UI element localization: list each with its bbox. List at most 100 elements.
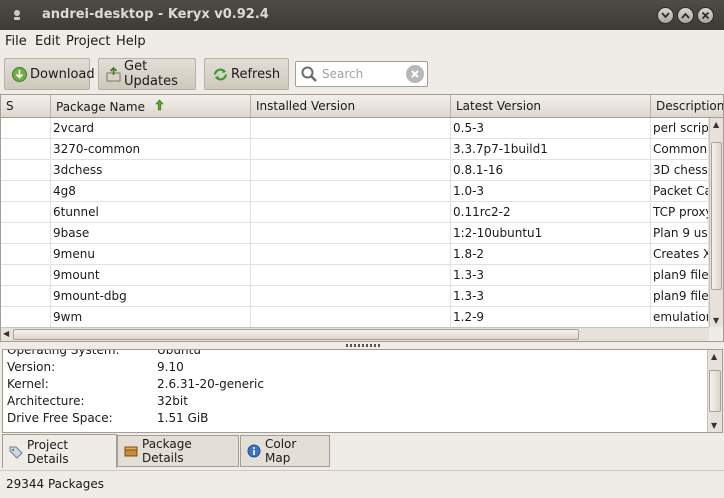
detail-label: Operating System:	[7, 349, 120, 357]
detail-value: 9.10	[157, 360, 184, 374]
refresh-icon	[211, 65, 229, 83]
search-box[interactable]	[295, 61, 428, 87]
splitter-grip-icon[interactable]	[346, 344, 380, 347]
cell-status	[1, 160, 51, 180]
updates-icon	[105, 65, 122, 83]
column-header-latest-version[interactable]: Latest Version	[451, 95, 651, 117]
cell-package-name: 2vcard	[51, 118, 251, 138]
minimize-icon	[661, 12, 670, 19]
download-button[interactable]: Download	[4, 58, 95, 90]
vertical-scroll-thumb[interactable]	[711, 142, 722, 290]
column-header-package-name[interactable]: Package Name	[51, 95, 251, 117]
scroll-left-icon[interactable]: ◀	[3, 329, 9, 338]
get-updates-label: Get Updates	[124, 59, 178, 89]
refresh-label: Refresh	[231, 66, 281, 82]
table-row[interactable]: 9wm 1.2-9 emulation	[1, 307, 709, 327]
scroll-up-icon[interactable]: ▲	[711, 352, 717, 361]
cell-status	[1, 139, 51, 159]
cell-installed-version	[251, 139, 451, 159]
cell-installed-version	[251, 244, 451, 264]
menu-edit[interactable]: Edit	[35, 34, 60, 49]
column-header-description[interactable]: Description	[651, 95, 723, 117]
cell-status	[1, 181, 51, 201]
project-details-panel: Operating System: Ubuntu Version: 9.10 K…	[2, 349, 723, 433]
cell-installed-version	[251, 202, 451, 222]
cell-installed-version	[251, 160, 451, 180]
table-row[interactable]: 6tunnel 0.11rc2-2 TCP proxy	[1, 202, 709, 223]
column-header-installed-version[interactable]: Installed Version	[251, 95, 451, 117]
cell-description: emulation	[651, 307, 709, 327]
cell-status	[1, 223, 51, 243]
cell-package-name: 3270-common	[51, 139, 251, 159]
horizontal-scrollbar[interactable]: ◀	[1, 327, 709, 341]
pane-splitter[interactable]	[0, 342, 724, 349]
cell-description: TCP proxy	[651, 202, 709, 222]
search-input[interactable]	[322, 65, 402, 83]
cell-latest-version: 1.3-3	[451, 265, 651, 285]
table-row[interactable]: 2vcard 0.5-3 perl script	[1, 118, 709, 139]
cell-status	[1, 118, 51, 138]
table-body: 2vcard 0.5-3 perl script 3270-common 3.3.7p7…	[1, 118, 709, 327]
column-description-label: Description	[656, 99, 723, 113]
cell-description: Creates X	[651, 244, 709, 264]
column-header-status[interactable]: S	[1, 95, 51, 117]
minimize-button[interactable]	[657, 7, 674, 24]
title-bar: andrei-desktop - Keryx v0.92.4	[0, 0, 724, 30]
cell-status	[1, 265, 51, 285]
cell-package-name: 3dchess	[51, 160, 251, 180]
cell-latest-version: 1.0-3	[451, 181, 651, 201]
package-count: 29344 Packages	[6, 477, 104, 491]
sort-ascending-icon	[155, 99, 164, 114]
refresh-button[interactable]: Refresh	[204, 58, 289, 90]
details-scroll-thumb[interactable]	[709, 370, 721, 412]
details-scrollbar[interactable]: ▲ ▼	[707, 350, 722, 432]
column-package-name-label: Package Name	[56, 100, 145, 114]
vertical-scrollbar[interactable]: ▲ ▼	[709, 118, 723, 327]
detail-label: Version:	[7, 360, 56, 374]
cell-status	[1, 244, 51, 264]
table-row[interactable]: 9base 1:2-10ubuntu1 Plan 9 use	[1, 223, 709, 244]
tab-color-map[interactable]: Color Map	[240, 435, 330, 467]
download-icon	[11, 65, 28, 83]
maximize-icon	[681, 12, 690, 19]
detail-label: Kernel:	[7, 377, 49, 391]
cell-latest-version: 1:2-10ubuntu1	[451, 223, 651, 243]
cell-status	[1, 202, 51, 222]
close-button[interactable]	[697, 7, 714, 24]
scroll-down-icon[interactable]: ▼	[711, 421, 717, 430]
maximize-button[interactable]	[677, 7, 694, 24]
column-latest-label: Latest Version	[456, 99, 542, 113]
table-row[interactable]: 3dchess 0.8.1-16 3D chess	[1, 160, 709, 181]
detail-value: Ubuntu	[157, 349, 201, 357]
table-row[interactable]: 9mount 1.3-3 plan9 files	[1, 265, 709, 286]
tab-project-details[interactable]: Project Details	[2, 434, 117, 468]
cell-description: Packet Ca	[651, 181, 709, 201]
table-row[interactable]: 9mount-dbg 1.3-3 plan9 files	[1, 286, 709, 307]
package-table[interactable]: S Package Name Installed Version Latest …	[0, 94, 724, 342]
scroll-down-icon[interactable]: ▼	[713, 316, 719, 325]
table-row[interactable]: 3270-common 3.3.7p7-1build1 Common f	[1, 139, 709, 160]
cell-description: plan9 files	[651, 286, 709, 306]
clear-search-button[interactable]	[406, 65, 424, 83]
tab-package-details[interactable]: Package Details	[117, 435, 239, 467]
cell-latest-version: 3.3.7p7-1build1	[451, 139, 651, 159]
menu-bar: File Edit Project Help	[0, 30, 724, 54]
table-row[interactable]: 9menu 1.8-2 Creates X	[1, 244, 709, 265]
cell-latest-version: 0.11rc2-2	[451, 202, 651, 222]
get-updates-button[interactable]: Get Updates	[98, 58, 196, 90]
scroll-corner	[709, 327, 723, 341]
menu-help[interactable]: Help	[116, 34, 146, 49]
cell-installed-version	[251, 118, 451, 138]
horizontal-scroll-thumb[interactable]	[13, 329, 579, 340]
info-icon	[247, 444, 261, 458]
menu-file[interactable]: File	[5, 34, 27, 49]
table-header: S Package Name Installed Version Latest …	[1, 95, 723, 118]
table-row[interactable]: 4g8 1.0-3 Packet Ca	[1, 181, 709, 202]
scroll-up-icon[interactable]: ▲	[713, 120, 719, 129]
menu-project[interactable]: Project	[66, 34, 110, 49]
cell-status	[1, 286, 51, 306]
cell-installed-version	[251, 286, 451, 306]
cell-description: perl script	[651, 118, 709, 138]
detail-value: 1.51 GiB	[157, 411, 209, 425]
cell-latest-version: 0.8.1-16	[451, 160, 651, 180]
